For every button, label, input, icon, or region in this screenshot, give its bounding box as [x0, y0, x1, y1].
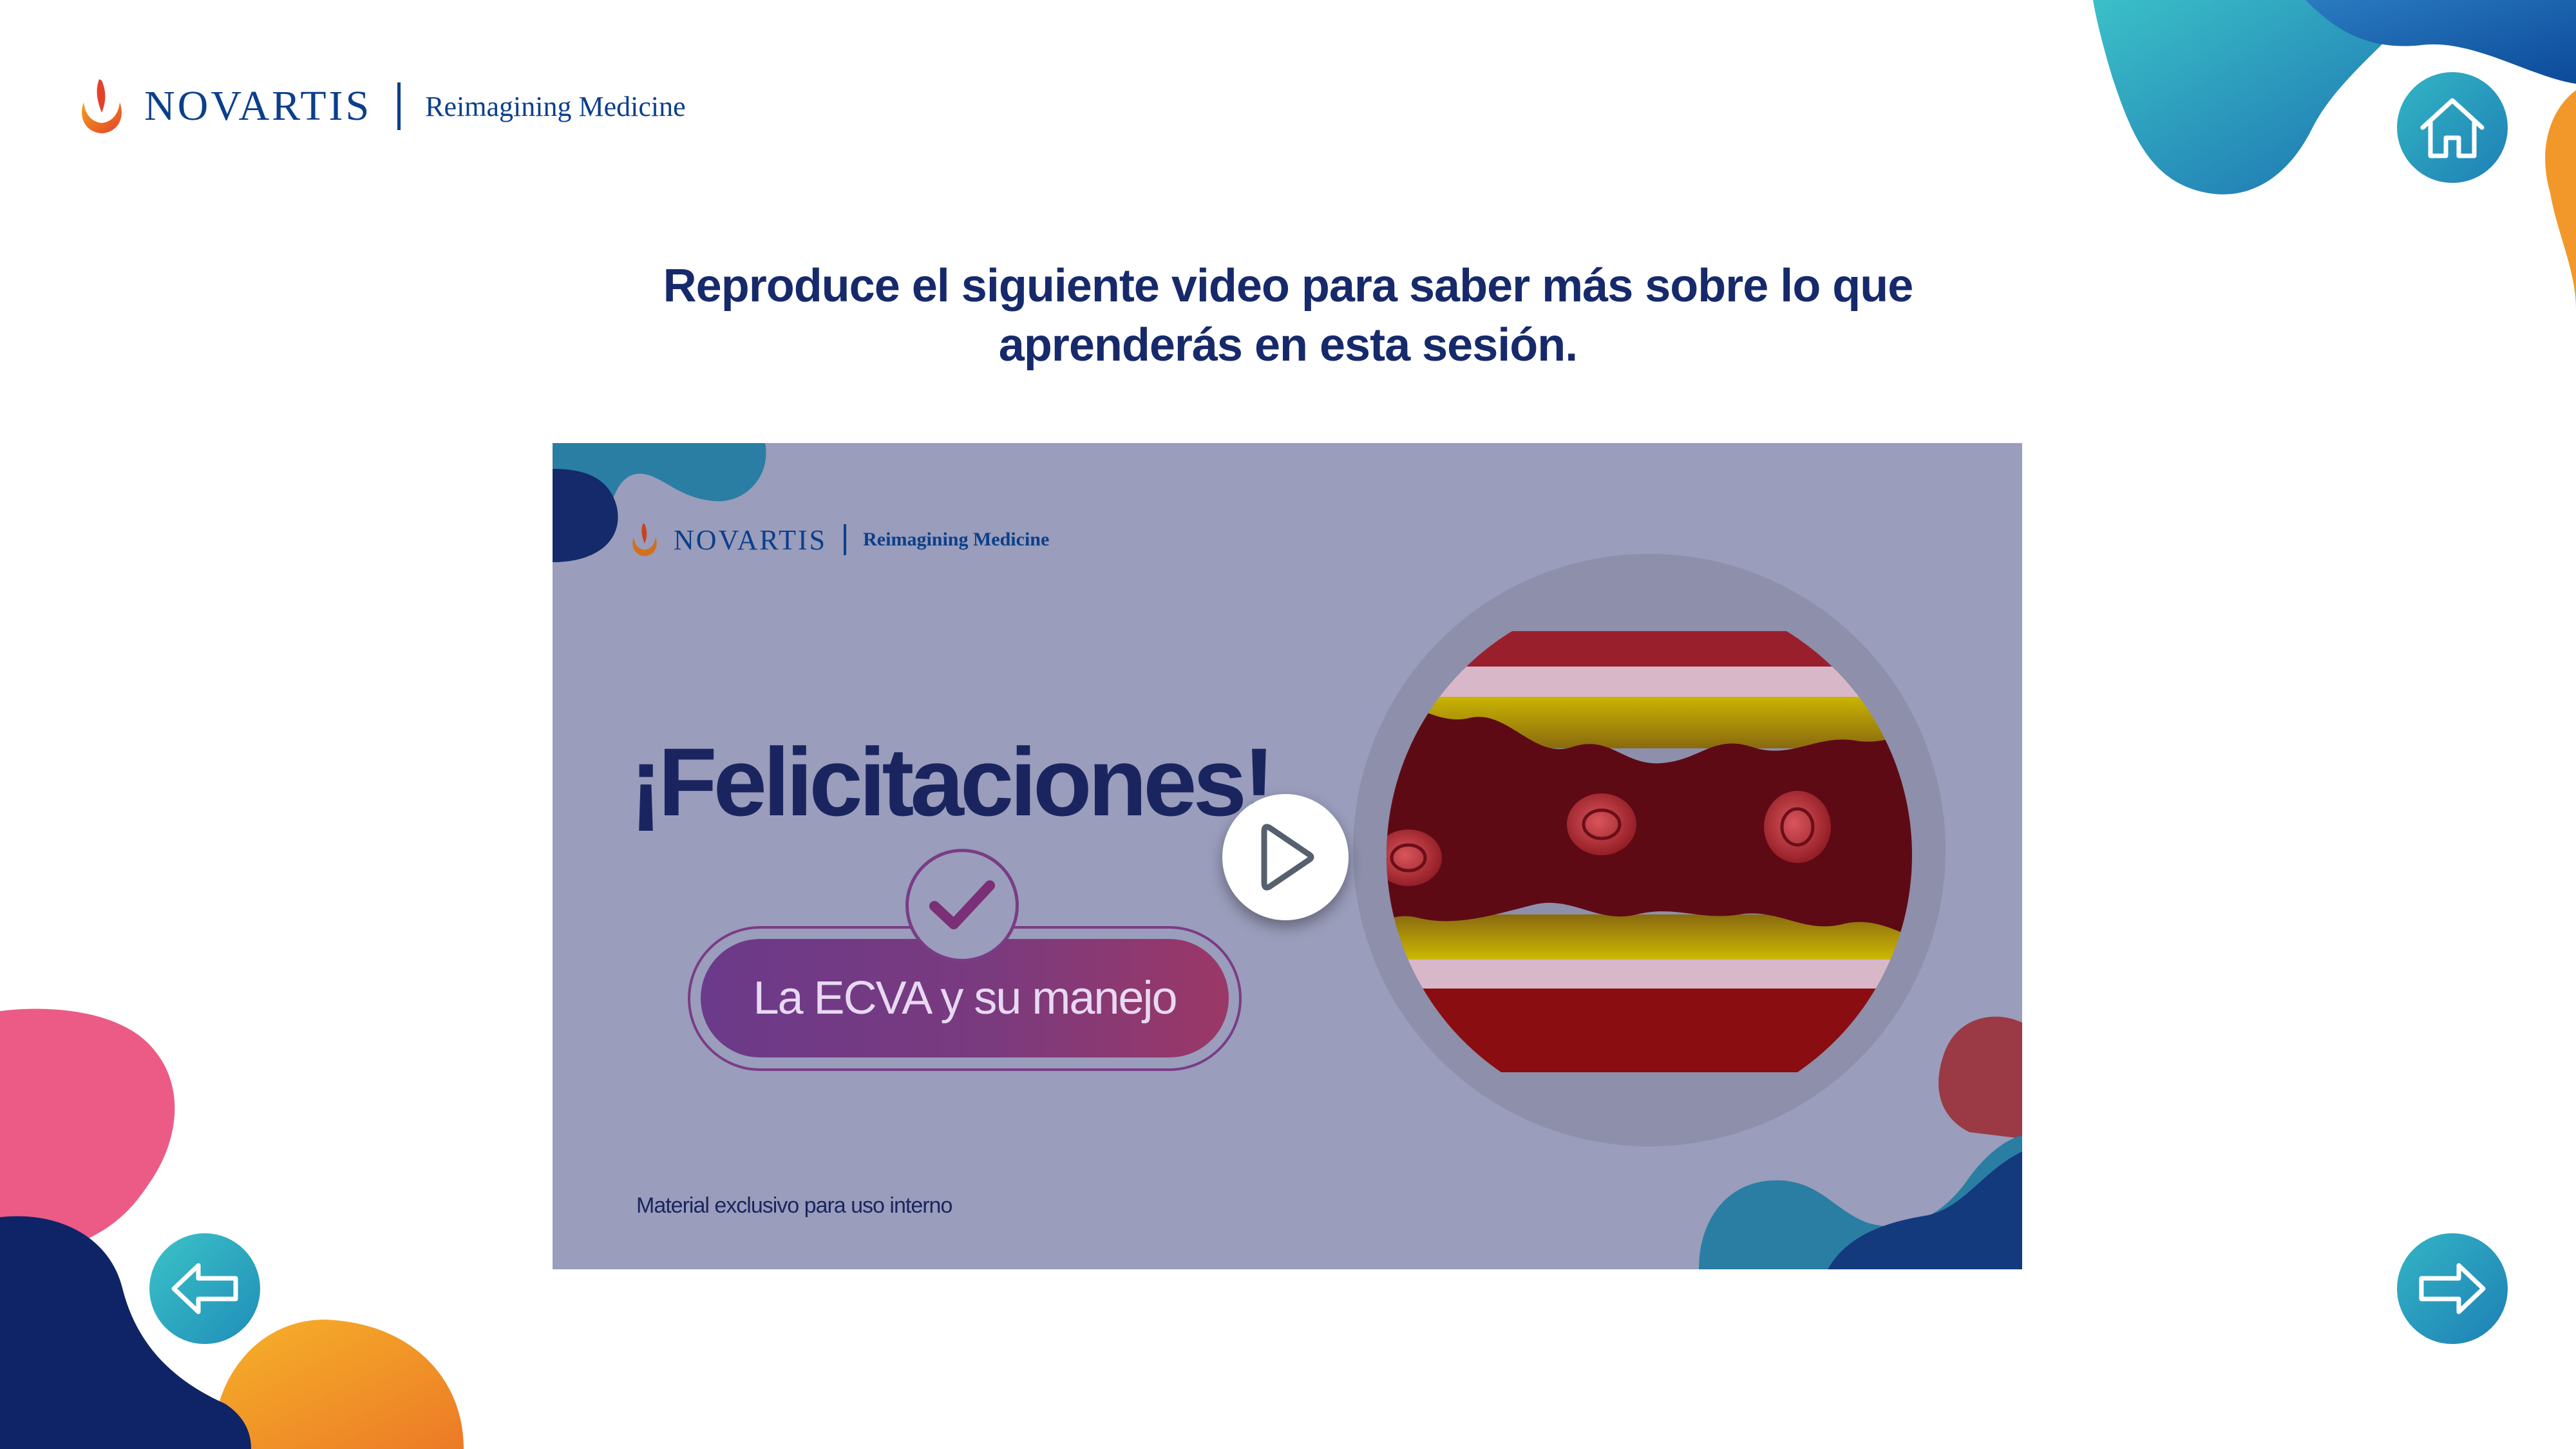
- brand-tagline: Reimagining Medicine: [425, 90, 686, 122]
- video-player[interactable]: NOVARTIS Reimagining Medicine ¡Felicitac…: [553, 443, 2022, 1269]
- next-button[interactable]: [2397, 1233, 2508, 1344]
- checkmark-icon: [929, 880, 995, 929]
- play-icon: [1261, 824, 1314, 891]
- check-badge: [905, 849, 1019, 962]
- home-button[interactable]: [2397, 72, 2508, 183]
- logo-divider: [397, 82, 401, 130]
- home-icon: [2420, 98, 2485, 158]
- novartis-logo: NOVARTIS Reimagining Medicine: [77, 71, 686, 142]
- decorative-blob-bottom-left: [0, 1009, 464, 1449]
- heading-line-2: aprenderás en esta sesión.: [998, 319, 1578, 371]
- page-heading: Reproduce el siguiente video para saber …: [515, 256, 2061, 375]
- video-logo-divider: [844, 524, 847, 555]
- play-button[interactable]: [1222, 794, 1349, 920]
- video-footnote: Material exclusivo para uso interno: [636, 1193, 952, 1218]
- blood-vessel-illustration: [1353, 554, 1946, 1146]
- heading-line-1: Reproduce el siguiente video para saber …: [663, 260, 1914, 312]
- video-title: ¡Felicitaciones!: [630, 728, 1275, 836]
- video-flame-icon: [632, 523, 657, 556]
- video-brand-name: NOVARTIS: [674, 524, 828, 556]
- decorative-blob-top-right: [2093, 0, 2576, 309]
- video-logo: NOVARTIS Reimagining Medicine: [630, 520, 1049, 559]
- arrow-left-icon: [171, 1263, 238, 1314]
- novartis-flame-icon: [82, 79, 122, 133]
- arrow-right-icon: [2419, 1263, 2486, 1314]
- course-label: La ECVA y su manejo: [753, 972, 1177, 1024]
- previous-button[interactable]: [149, 1233, 260, 1344]
- video-brand-tagline: Reimagining Medicine: [863, 529, 1050, 550]
- brand-name: NOVARTIS: [144, 82, 372, 129]
